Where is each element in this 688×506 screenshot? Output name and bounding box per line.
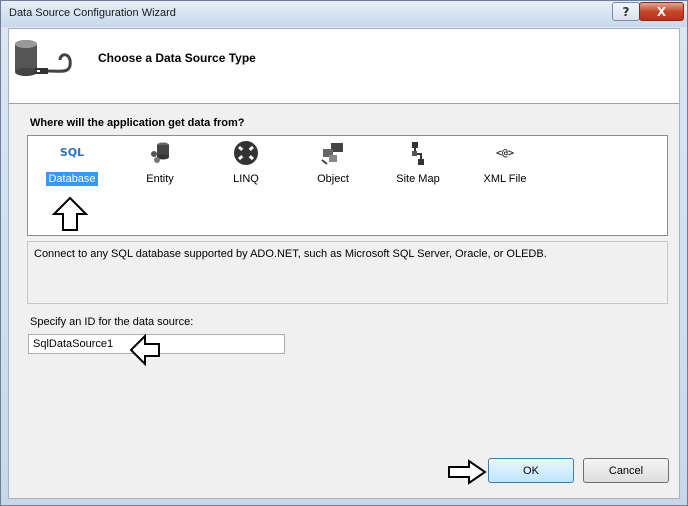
sql-database-icon: SQL (60, 146, 84, 159)
description-text: Connect to any SQL database supported by… (34, 248, 547, 260)
type-label: LINQ (233, 173, 259, 185)
linq-icon (234, 141, 258, 165)
type-label: Entity (146, 173, 174, 185)
type-linq[interactable]: LINQ (206, 140, 286, 190)
right-arrow-annotation (448, 459, 487, 485)
cancel-button[interactable]: Cancel (583, 458, 669, 483)
xml-file-icon: <@> (496, 148, 514, 159)
up-arrow-annotation (51, 196, 89, 231)
data-source-type-list[interactable]: SQL Database Entity LINQ Object Site Map… (27, 135, 668, 236)
type-label: Database (46, 172, 98, 186)
type-label: Site Map (396, 173, 440, 185)
type-database[interactable]: SQL Database (32, 140, 112, 190)
close-button[interactable]: X (639, 2, 684, 21)
site-map-icon (412, 142, 424, 165)
window-title: Data Source Configuration Wizard (9, 7, 176, 19)
page-title: Choose a Data Source Type (98, 51, 256, 65)
type-label: XML File (483, 173, 527, 185)
data-source-question: Where will the application get data from… (30, 117, 245, 129)
ok-button[interactable]: OK (488, 458, 574, 483)
wizard-window: Data Source Configuration Wizard ? X Cho… (0, 0, 688, 506)
entity-icon (151, 142, 169, 163)
title-bar: Data Source Configuration Wizard ? X (1, 1, 687, 27)
wizard-header: Choose a Data Source Type (9, 29, 679, 104)
sql-icon-text: SQL (60, 146, 84, 159)
type-entity[interactable]: Entity (120, 140, 200, 190)
xml-icon-text: <@> (496, 148, 514, 159)
type-xml-file[interactable]: <@> XML File (465, 140, 545, 190)
left-arrow-annotation (129, 334, 160, 366)
type-label: Object (317, 173, 349, 185)
description-panel: Connect to any SQL database supported by… (27, 241, 668, 304)
help-button[interactable]: ? (612, 2, 640, 21)
database-plug-icon (15, 40, 72, 76)
wizard-body: Choose a Data Source Type Where will the… (8, 28, 680, 499)
type-site-map[interactable]: Site Map (378, 140, 458, 190)
object-icon (321, 143, 343, 165)
id-field-label: Specify an ID for the data source: (30, 316, 194, 328)
type-object[interactable]: Object (293, 140, 373, 190)
